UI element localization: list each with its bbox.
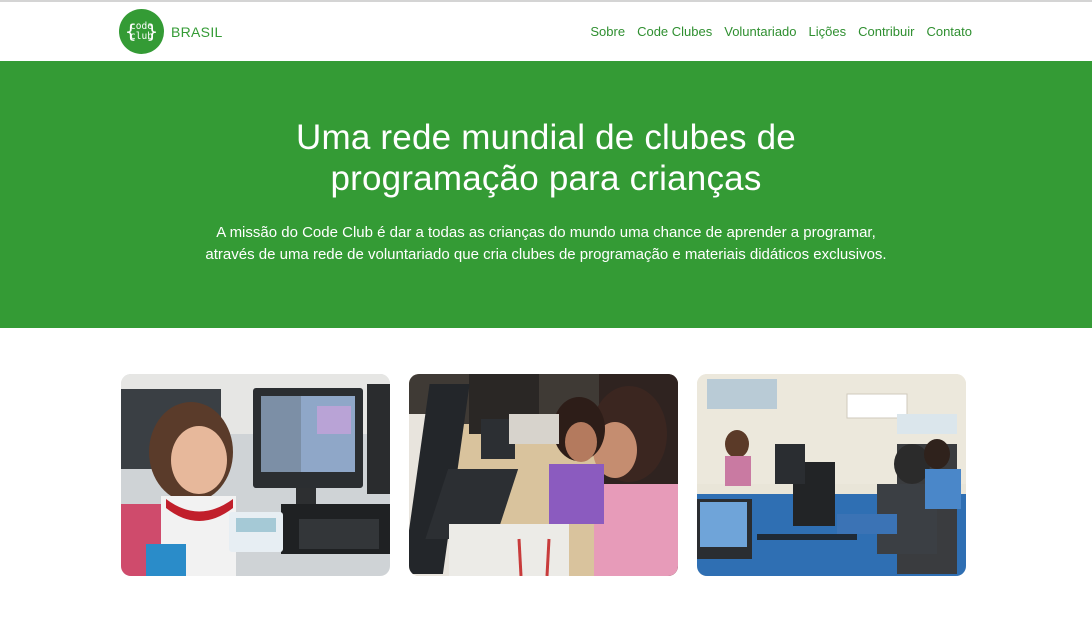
nav-sobre[interactable]: Sobre	[590, 24, 625, 39]
site-header: { code club } BRASIL Sobre Code Clubes V…	[0, 2, 1092, 61]
main-nav: Sobre Code Clubes Voluntariado Lições Co…	[590, 24, 972, 39]
nav-contato[interactable]: Contato	[926, 24, 972, 39]
brand-country: BRASIL	[171, 23, 223, 40]
nav-licoes[interactable]: Lições	[809, 24, 847, 39]
girl-with-badge-photo	[121, 374, 390, 576]
nav-code-clubes[interactable]: Code Clubes	[637, 24, 712, 39]
hero-desc-line2: através de uma rede de voluntariado que …	[205, 246, 887, 263]
photo-gallery	[0, 328, 1092, 576]
hero-desc-line1: A missão do Code Club é dar a todas as c…	[216, 224, 876, 241]
hero-title-line2: programação para crianças	[330, 159, 762, 198]
brace-right-icon: }	[146, 20, 158, 42]
brace-left-icon: {	[125, 20, 137, 42]
hero-description: A missão do Code Club é dar a todas as c…	[0, 222, 1092, 266]
brand-logo-link[interactable]: { code club } BRASIL	[119, 9, 223, 54]
hero-title: Uma rede mundial de clubes de programaçã…	[0, 117, 1092, 199]
girls-at-computers-photo	[409, 374, 678, 576]
hero-title-line1: Uma rede mundial de clubes de	[296, 118, 796, 157]
nav-contribuir[interactable]: Contribuir	[858, 24, 914, 39]
code-club-logo: { code club }	[119, 9, 164, 54]
computer-lab-photo	[697, 374, 966, 576]
nav-voluntariado[interactable]: Voluntariado	[724, 24, 796, 39]
hero-banner: Uma rede mundial de clubes de programaçã…	[0, 61, 1092, 328]
